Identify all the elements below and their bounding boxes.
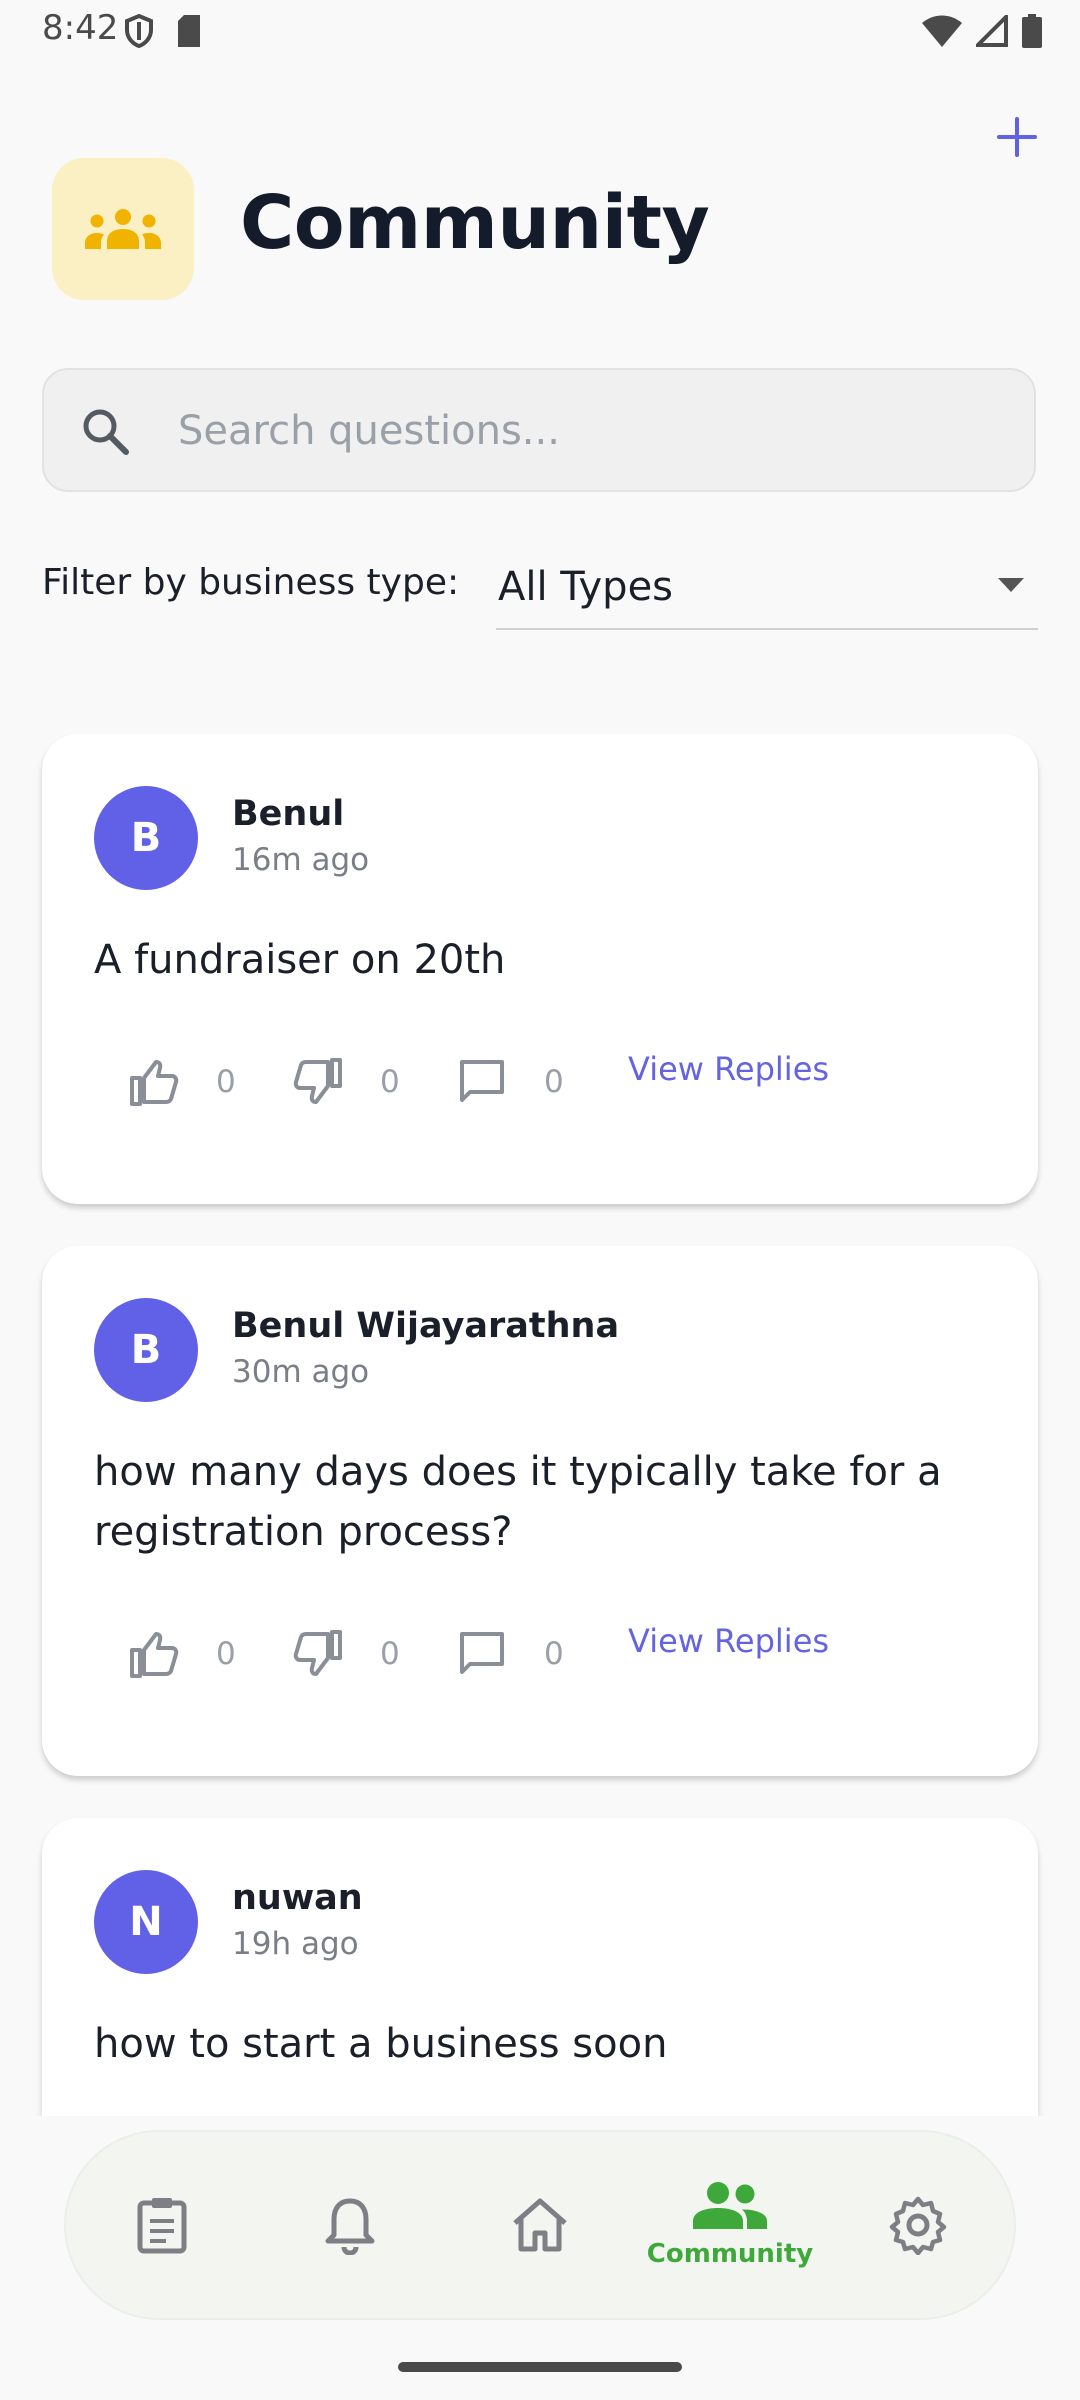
question-text: how many days does it typically take for… bbox=[94, 1449, 942, 1555]
comment-button[interactable]: 0 bbox=[456, 1628, 568, 1680]
question-card[interactable]: B Benul 16m ago A fundraiser on 20th 0 0… bbox=[42, 734, 1038, 1204]
comment-icon bbox=[460, 1060, 504, 1102]
nav-item-settings[interactable] bbox=[838, 2132, 998, 2318]
like-button[interactable]: 0 bbox=[128, 1056, 240, 1108]
comment-icon bbox=[460, 1632, 504, 1674]
dislike-count: 0 bbox=[380, 1636, 400, 1672]
question-card[interactable]: N nuwan 19h ago how to start a business … bbox=[42, 1818, 1038, 2116]
comment-count: 0 bbox=[544, 1636, 564, 1672]
nav-item-community[interactable]: Community bbox=[646, 2132, 814, 2318]
view-replies-link[interactable]: View Replies bbox=[628, 1050, 829, 1088]
add-question-button[interactable] bbox=[985, 105, 1049, 169]
filter-label: Filter by business type: bbox=[42, 562, 460, 603]
community-icon bbox=[693, 2182, 767, 2229]
dislike-count: 0 bbox=[380, 1064, 400, 1100]
search-bar[interactable] bbox=[42, 368, 1036, 492]
post-time: 19h ago bbox=[232, 1926, 359, 1962]
wifi-icon bbox=[922, 15, 962, 52]
comment-button[interactable]: 0 bbox=[456, 1056, 568, 1108]
like-count: 0 bbox=[216, 1064, 236, 1100]
thumbs-down-icon bbox=[293, 1058, 342, 1104]
plus-icon bbox=[997, 117, 1037, 157]
thumbs-down-icon bbox=[293, 1630, 342, 1676]
business-type-dropdown[interactable]: All Types bbox=[496, 548, 1038, 630]
gear-icon bbox=[889, 2196, 947, 2255]
question-text: how to start a business soon bbox=[94, 2021, 668, 2067]
shield-icon bbox=[124, 13, 154, 53]
home-icon bbox=[513, 2198, 567, 2252]
page-title: Community bbox=[240, 180, 710, 266]
status-bar: 8:42 bbox=[0, 0, 1080, 64]
dropdown-arrow-icon bbox=[998, 578, 1024, 592]
question-card[interactable]: B Benul Wijayarathna 30m ago how many da… bbox=[42, 1246, 1038, 1776]
post-time: 30m ago bbox=[232, 1354, 370, 1390]
bottom-nav: Community bbox=[64, 2130, 1016, 2320]
like-button[interactable]: 0 bbox=[128, 1628, 240, 1680]
status-time: 8:42 bbox=[42, 8, 119, 48]
comment-count: 0 bbox=[544, 1064, 564, 1100]
search-icon bbox=[80, 406, 130, 461]
author-name: Benul Wijayarathna bbox=[232, 1306, 620, 1346]
dislike-button[interactable]: 0 bbox=[292, 1628, 404, 1680]
like-count: 0 bbox=[216, 1636, 236, 1672]
thumbs-up-icon bbox=[130, 1632, 179, 1678]
sd-card-icon bbox=[176, 15, 202, 52]
header-community-badge bbox=[52, 158, 194, 300]
author-name: nuwan bbox=[232, 1878, 363, 1918]
avatar: B bbox=[94, 786, 198, 890]
nav-label-community: Community bbox=[646, 2239, 814, 2269]
avatar: B bbox=[94, 1298, 198, 1402]
question-text: A fundraiser on 20th bbox=[94, 937, 506, 983]
dislike-button[interactable]: 0 bbox=[292, 1056, 404, 1108]
signal-icon bbox=[973, 12, 1008, 52]
nav-item-notifications[interactable] bbox=[270, 2132, 430, 2318]
nav-item-tasks[interactable] bbox=[82, 2132, 242, 2318]
view-replies-link[interactable]: View Replies bbox=[628, 1622, 829, 1660]
clipboard-icon bbox=[137, 2198, 187, 2254]
bell-icon bbox=[325, 2198, 375, 2255]
questions-feed[interactable]: B Benul 16m ago A fundraiser on 20th 0 0… bbox=[0, 734, 1080, 2116]
nav-item-home[interactable] bbox=[460, 2132, 620, 2318]
avatar: N bbox=[94, 1870, 198, 1974]
battery-icon bbox=[1022, 14, 1042, 53]
thumbs-up-icon bbox=[130, 1060, 179, 1106]
author-name: Benul bbox=[232, 794, 345, 834]
home-indicator[interactable] bbox=[398, 2362, 682, 2372]
community-icon bbox=[85, 209, 161, 249]
search-input[interactable] bbox=[176, 394, 1000, 468]
post-time: 16m ago bbox=[232, 842, 370, 878]
filter-selected-value: All Types bbox=[498, 564, 674, 610]
